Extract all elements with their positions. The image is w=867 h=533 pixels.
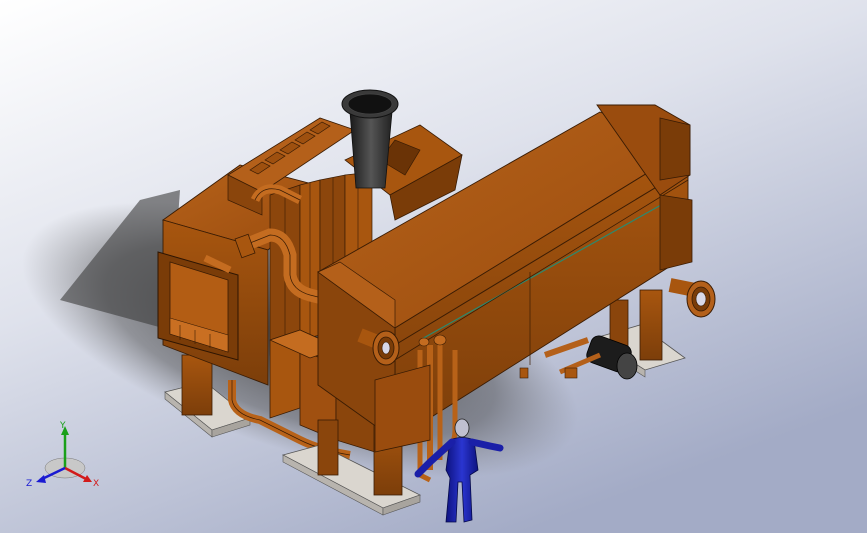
support-leg-right	[639, 289, 663, 361]
cad-viewport[interactable]: Y X Z	[0, 0, 867, 533]
z-axis-label: Z	[26, 479, 32, 489]
cad-scene[interactable]	[0, 0, 867, 533]
x-axis-label: X	[93, 479, 99, 489]
y-axis-label: Y	[59, 421, 66, 431]
axis-triad: Y X Z	[26, 421, 99, 489]
support-leg-left	[181, 354, 213, 416]
